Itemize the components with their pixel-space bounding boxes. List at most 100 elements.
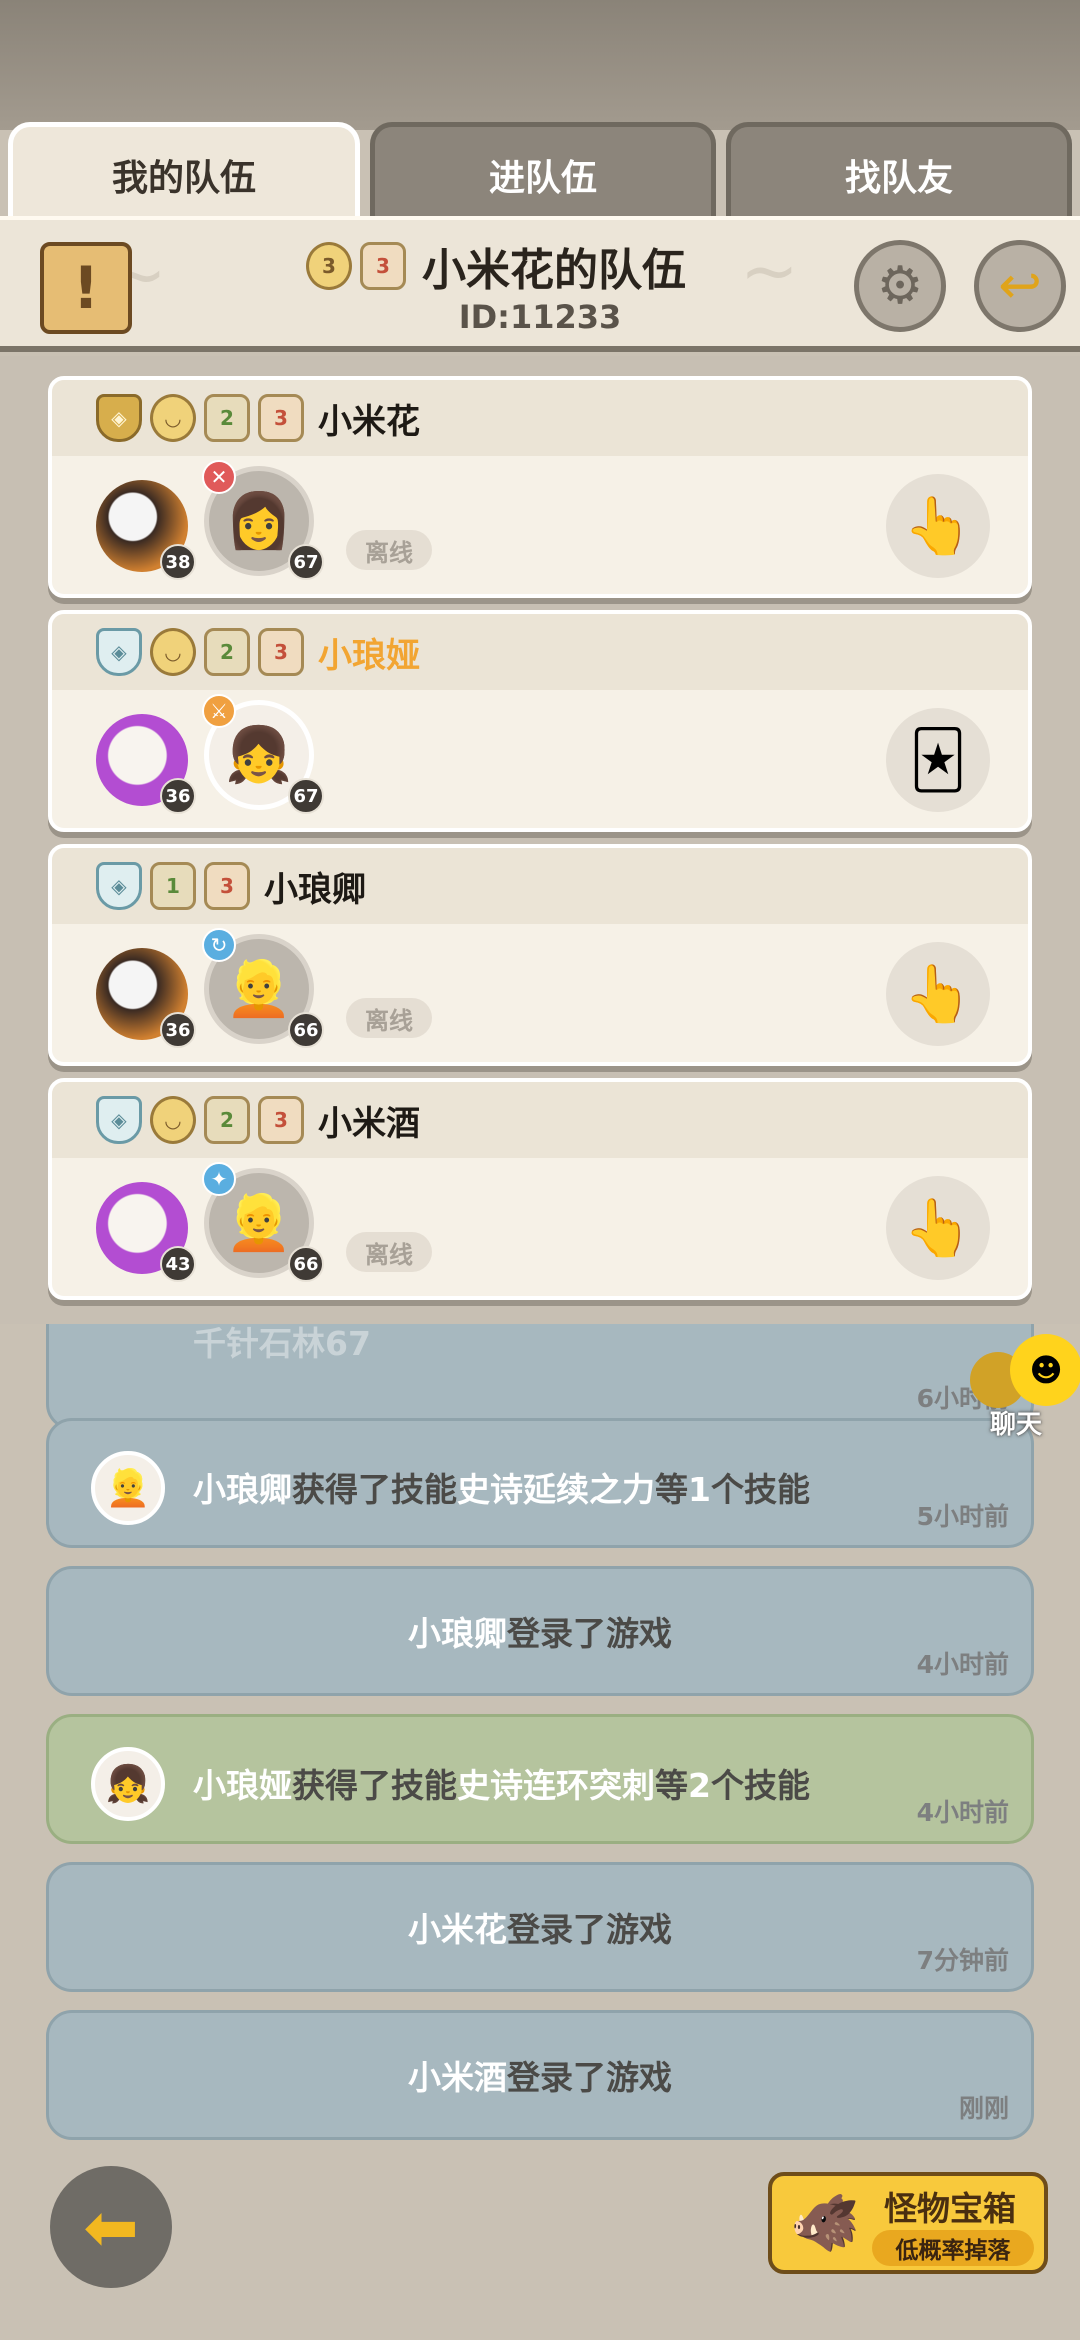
team-rank-badge: 3 xyxy=(306,242,352,290)
feed-item: 小米酒登录了游戏 刚刚 xyxy=(46,2010,1034,2140)
pet-level-badge: 43 xyxy=(160,1246,196,1282)
member-name: 小米酒 xyxy=(318,1103,420,1144)
member-list: ◈ ◡ 2 3 小米花 38 👩 ✕ 67 离线 👆 ◈ ◡ 2 3 小琅娅 3… xyxy=(0,356,1080,1324)
like-button[interactable]: 👆 xyxy=(886,942,990,1046)
skill-count: 2 xyxy=(688,1766,711,1805)
gear-icon: ⚙ xyxy=(876,256,924,316)
title-badge: ◡ xyxy=(150,628,196,676)
tab-find-teammates[interactable]: 找队友 xyxy=(726,122,1072,222)
feed-action: 登录了游戏 xyxy=(507,2058,672,2097)
character-level-badge: 66 xyxy=(288,1012,324,1048)
team-role-icon: ◈ xyxy=(96,394,142,442)
team-header: ~ ~ ! 3 3 小米花的队伍 ID:11233 ⚙ ↩ xyxy=(0,216,1080,352)
exit-team-button[interactable]: ↩ xyxy=(974,240,1066,332)
member-card[interactable]: ◈ 1 3 小琅卿 36 👱 ↻ 66 离线 👆 xyxy=(48,844,1032,1066)
feed-text: 小米酒登录了游戏 xyxy=(408,2051,672,2099)
member-name: 小琅卿 xyxy=(264,869,366,910)
feed-item: 👧 小琅娅获得了技能史诗连环突刺等2个技能 4小时前 xyxy=(46,1714,1034,1844)
class-icon: ⚔ xyxy=(202,694,236,728)
feed-item: 千针石林67 6小时前 xyxy=(46,1324,1034,1430)
team-name: 小米花的队伍 xyxy=(422,245,686,296)
like-button[interactable]: 👆 xyxy=(886,1176,990,1280)
back-button[interactable]: ⬅ xyxy=(50,2166,172,2288)
character-level-badge: 66 xyxy=(288,1246,324,1282)
feed-time: 4小时前 xyxy=(916,1650,1009,1679)
team-role-icon: ◈ xyxy=(96,862,142,910)
member-header: ◈ ◡ 2 3 小米花 xyxy=(52,380,1028,456)
feed-item: 小米花登录了游戏 7分钟前 xyxy=(46,1862,1034,1992)
member-card[interactable]: ◈ ◡ 2 3 小米酒 43 👱 ✦ 66 离线 👆 xyxy=(48,1078,1032,1300)
settings-button[interactable]: ⚙ xyxy=(854,240,946,332)
offline-status: 离线 xyxy=(346,1232,432,1272)
team-activity-feed[interactable]: 千针石林67 6小时前 👱 小琅卿获得了技能史诗延续之力等1个技能 5小时前 小… xyxy=(0,1324,1080,2144)
member-header: ◈ ◡ 2 3 小米酒 xyxy=(52,1082,1028,1158)
like-hand-icon: 👆 xyxy=(903,962,973,1027)
player-name: 小琅娅 xyxy=(193,1766,292,1805)
feed-text: 千针石林67 xyxy=(193,1324,371,1363)
team-title-row: 3 3 小米花的队伍 xyxy=(306,234,686,298)
back-arrow-icon: ⬅ xyxy=(83,2188,139,2266)
like-hand-icon: 👆 xyxy=(903,1196,973,1261)
character-level-badge: 67 xyxy=(288,778,324,814)
rank-badge: 2 xyxy=(204,394,250,442)
feed-suffix: 个技能 xyxy=(710,1766,810,1805)
pet-level-badge: 36 xyxy=(160,778,196,814)
class-icon: ✕ xyxy=(202,460,236,494)
player-name: 小米花 xyxy=(408,1910,507,1949)
feed-time: 刚刚 xyxy=(958,2094,1009,2123)
feed-time: 7分钟前 xyxy=(916,1946,1009,1975)
title-badge: ◡ xyxy=(150,1096,196,1144)
class-icon: ✦ xyxy=(202,1162,236,1196)
pet-level-badge: 36 xyxy=(160,1012,196,1048)
player-avatar: 👱 xyxy=(91,1451,165,1525)
skill-name: 史诗延续之力 xyxy=(457,1470,655,1509)
feed-time: 5小时前 xyxy=(916,1502,1009,1531)
card-button[interactable]: 🃏 xyxy=(886,708,990,812)
player-name: 小米酒 xyxy=(408,2058,507,2097)
feed-verb: 获得了技能 xyxy=(292,1766,457,1805)
tab-join-team[interactable]: 进队伍 xyxy=(370,122,716,222)
feed-connector: 等 xyxy=(655,1470,688,1509)
chat-label: 聊天 xyxy=(990,1410,1043,1440)
offline-status: 离线 xyxy=(346,530,432,570)
rank-badge: 2 xyxy=(204,628,250,676)
member-card[interactable]: ◈ ◡ 2 3 小米花 38 👩 ✕ 67 离线 👆 xyxy=(48,376,1032,598)
feed-action: 登录了游戏 xyxy=(507,1910,672,1949)
pet-level-badge: 38 xyxy=(160,544,196,580)
chat-face-icon: ☻ xyxy=(1010,1334,1080,1406)
character-level-badge: 67 xyxy=(288,544,324,580)
feed-text: 小琅卿获得了技能史诗延续之力等1个技能 xyxy=(193,1463,810,1511)
feed-suffix: 个技能 xyxy=(710,1470,810,1509)
class-icon: ↻ xyxy=(202,928,236,962)
feed-item: 👱 小琅卿获得了技能史诗延续之力等1个技能 5小时前 xyxy=(46,1418,1034,1548)
like-button[interactable]: 👆 xyxy=(886,474,990,578)
top-band xyxy=(0,0,1080,130)
title-badge: ◡ xyxy=(150,394,196,442)
boar-icon: 🐗 xyxy=(790,2191,860,2256)
chest-subtitle: 低概率掉落 xyxy=(872,2230,1034,2266)
card-hand-icon: 🃏 xyxy=(909,727,967,793)
chat-button[interactable]: ☻ 聊天 xyxy=(970,1334,1080,1444)
rank-badge: 2 xyxy=(204,1096,250,1144)
feed-action: 登录了游戏 xyxy=(507,1614,672,1653)
tab-my-team[interactable]: 我的队伍 xyxy=(8,122,360,222)
rank-badge: 3 xyxy=(204,862,250,910)
rank-badge: 3 xyxy=(258,628,304,676)
feed-text: 小琅卿登录了游戏 xyxy=(408,1607,672,1655)
offline-status: 离线 xyxy=(346,998,432,1038)
team-role-icon: ◈ xyxy=(96,628,142,676)
rank-badge: 3 xyxy=(258,394,304,442)
skill-name: 史诗连环突刺 xyxy=(457,1766,655,1805)
rank-badge: 1 xyxy=(150,862,196,910)
exit-team-icon: ↩ xyxy=(998,256,1042,316)
team-tabs: 我的队伍 进队伍 找队友 xyxy=(8,122,1072,222)
player-name: 小琅卿 xyxy=(193,1470,292,1509)
member-name: 小米花 xyxy=(318,401,420,442)
team-rank-badge: 3 xyxy=(360,242,406,290)
feed-time: 4小时前 xyxy=(916,1798,1009,1827)
member-card[interactable]: ◈ ◡ 2 3 小琅娅 36 👧 ⚔ 67 🃏 xyxy=(48,610,1032,832)
member-header: ◈ 1 3 小琅卿 xyxy=(52,848,1028,924)
feed-text: 小琅娅获得了技能史诗连环突刺等2个技能 xyxy=(193,1759,810,1807)
monster-chest-button[interactable]: 🐗 怪物宝箱 低概率掉落 xyxy=(768,2172,1048,2274)
feed-text: 小米花登录了游戏 xyxy=(408,1903,672,1951)
